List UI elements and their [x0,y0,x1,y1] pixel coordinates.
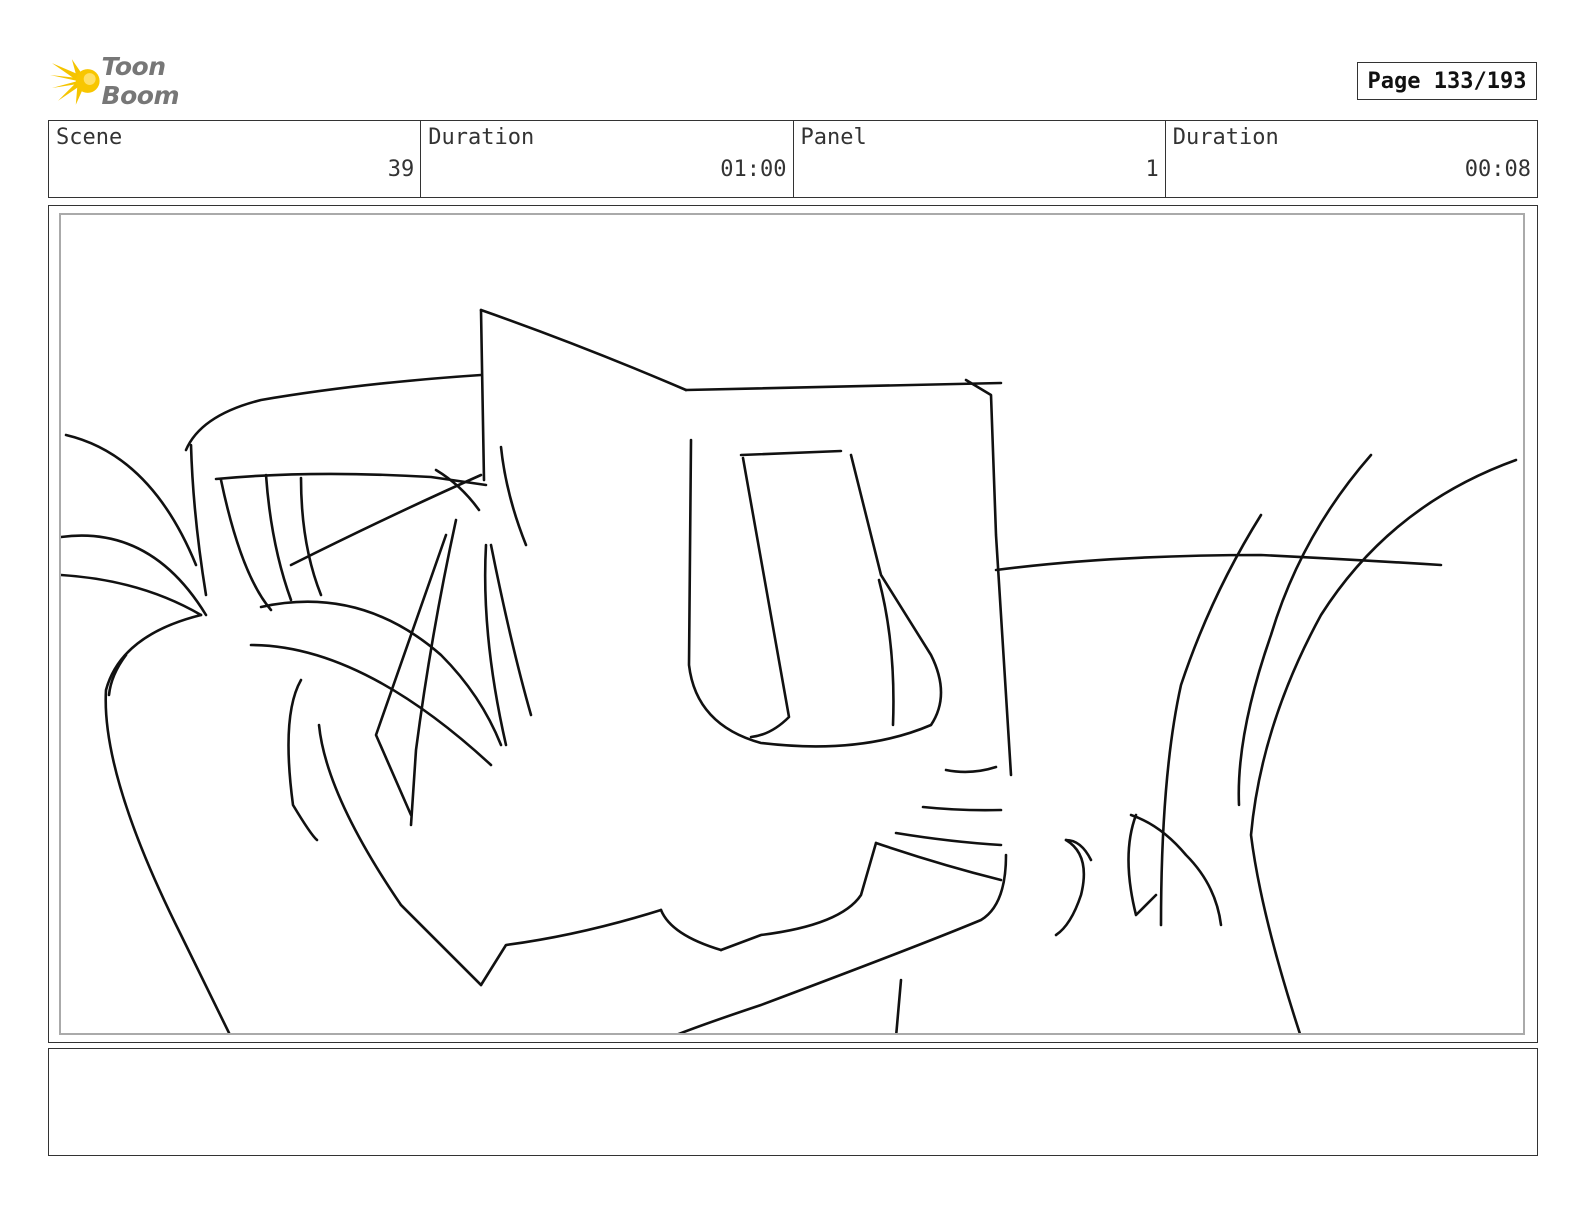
scene-duration-value: 01:00 [720,157,787,182]
storyboard-panel [59,213,1525,1035]
scene-label: Scene [56,125,123,150]
panel-value: 1 [1145,157,1159,182]
scene-duration-cell: Duration 01:00 [421,121,794,197]
scene-cell: Scene 39 [49,121,422,197]
starburst-icon [50,59,100,105]
logo-text: Toon Boom [101,52,180,110]
notes-box [48,1048,1538,1156]
page-number: Page 133/193 [1357,62,1537,100]
scene-info-row: Scene 39 Duration 01:00 Panel 1 Duration… [48,120,1538,198]
scene-duration-label: Duration [428,125,535,150]
panel-frame [48,205,1538,1043]
panel-duration-label: Duration [1172,125,1279,150]
panel-cell: Panel 1 [794,121,1166,197]
scene-value: 39 [387,157,415,182]
panel-label: Panel [800,125,867,150]
toon-boom-logo: Toon Boom [50,52,250,110]
panel-duration-cell: Duration 00:08 [1166,121,1537,197]
cat-sketch [61,308,1518,1033]
panel-duration-value: 00:08 [1464,157,1531,182]
